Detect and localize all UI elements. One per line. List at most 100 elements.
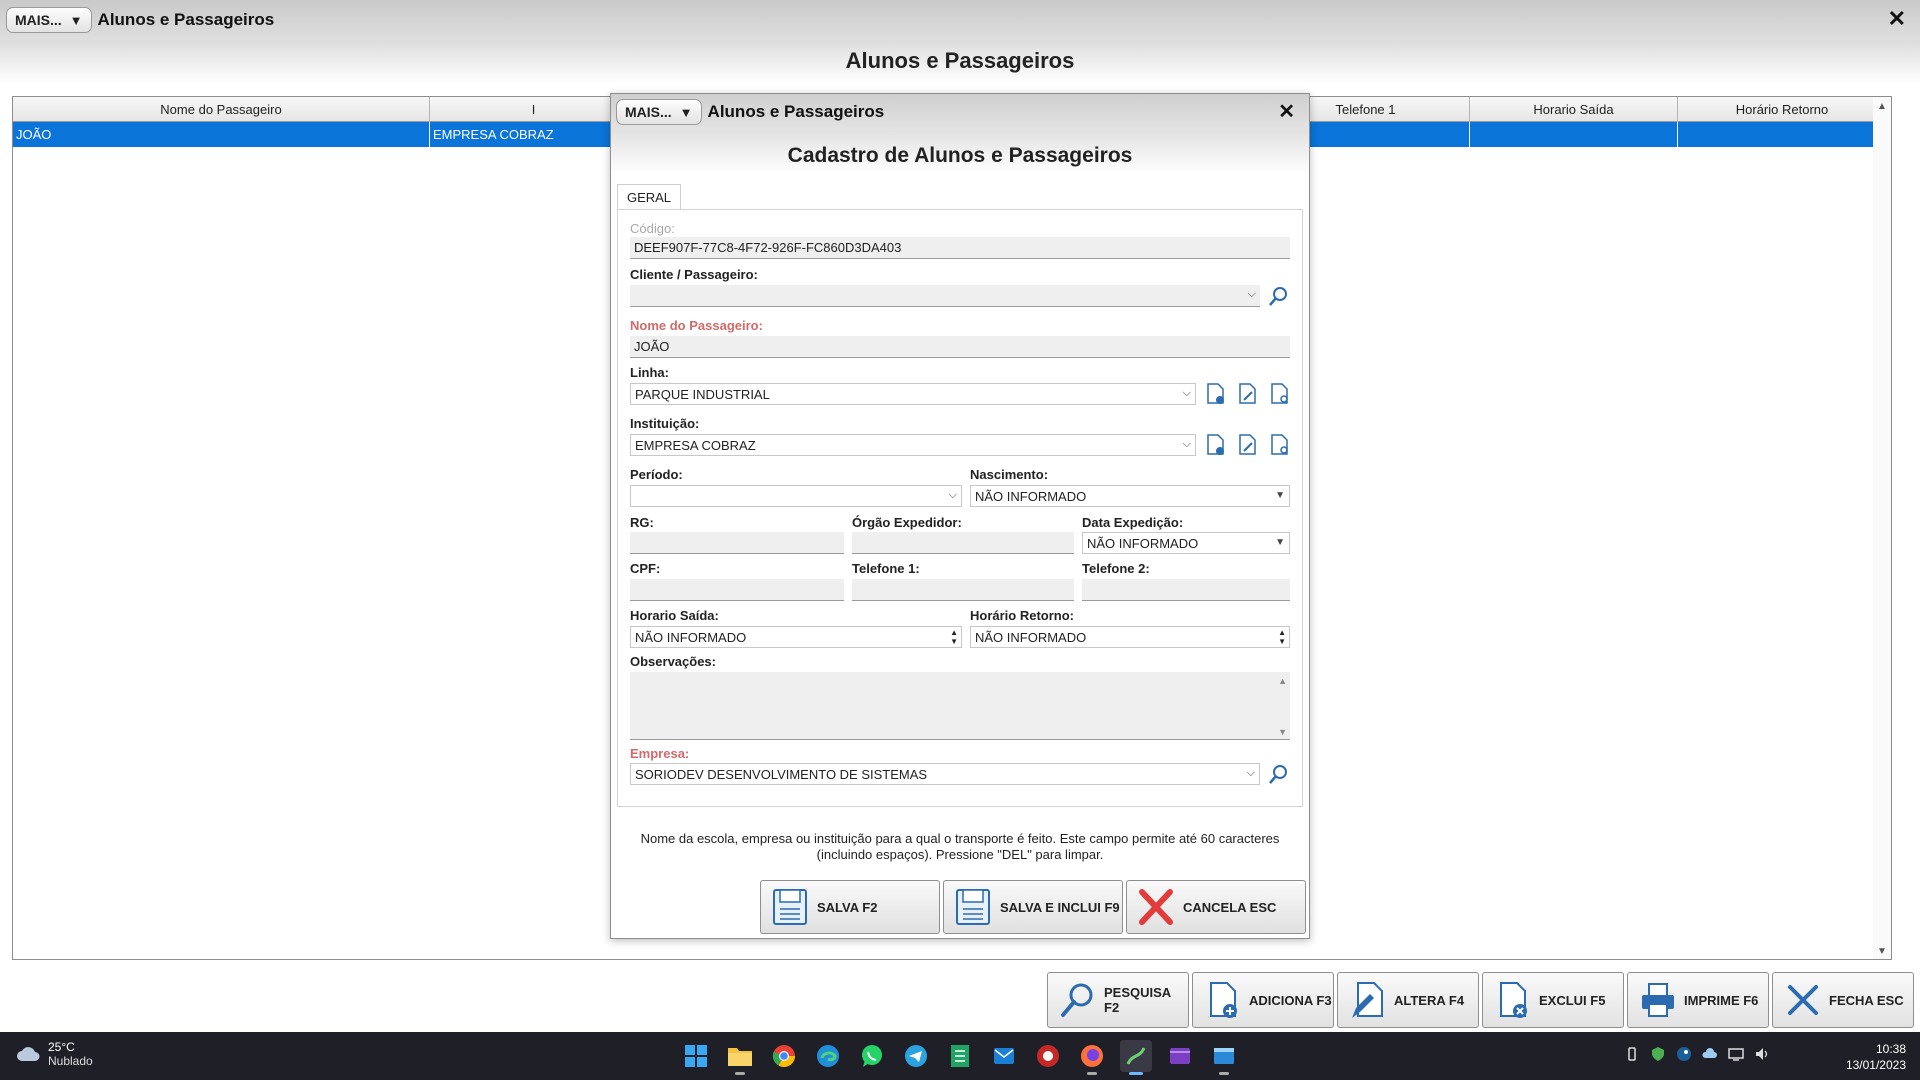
mail-icon[interactable] bbox=[988, 1040, 1020, 1072]
telefone1-label: Telefone 1: bbox=[852, 561, 920, 576]
cliente-label: Cliente / Passageiro: bbox=[630, 267, 758, 282]
active-app-icon[interactable] bbox=[1120, 1040, 1152, 1075]
firefox-icon[interactable] bbox=[1076, 1040, 1108, 1075]
data-expedicao-label: Data Expedição: bbox=[1082, 515, 1184, 530]
altera-label: ALTERA F4 bbox=[1394, 992, 1465, 1008]
grid-scrollbar[interactable]: ▲ ▼ bbox=[1873, 97, 1891, 959]
dialog-close-icon[interactable]: ✕ bbox=[1278, 99, 1295, 124]
main-mais-label: MAIS... bbox=[15, 12, 62, 28]
spinner-arrows-icon[interactable]: ▲ ▼ bbox=[1278, 628, 1286, 646]
scroll-down-icon[interactable]: ▼ bbox=[1278, 727, 1287, 737]
altera-button[interactable]: ALTERA F4 bbox=[1337, 972, 1479, 1028]
orgao-field[interactable] bbox=[852, 532, 1074, 554]
nascimento-picker[interactable]: NÃO INFORMADO ▼ bbox=[970, 485, 1290, 507]
linha-edit-icon[interactable] bbox=[1236, 382, 1260, 406]
video-editor-icon[interactable] bbox=[1164, 1040, 1196, 1072]
column-header-nome[interactable]: Nome do Passageiro bbox=[13, 97, 430, 122]
telegram-icon[interactable] bbox=[900, 1040, 932, 1072]
system-clock[interactable]: 10:38 13/01/2023 bbox=[1846, 1041, 1906, 1073]
periodo-combo[interactable]: ⌵ bbox=[630, 485, 962, 507]
chevron-down-icon[interactable]: ⌵ bbox=[1183, 387, 1191, 400]
bottom-toolbar: PESQUISA F2 ADICIONA F3 ALTERA F4 EXCLUI… bbox=[1047, 972, 1914, 1028]
linha-combo[interactable]: PARQUE INDUSTRIAL ⌵ bbox=[630, 383, 1196, 405]
salva-e-inclui-button[interactable]: SALVA E INCLUI F9 bbox=[943, 880, 1123, 934]
scroll-up-icon[interactable]: ▲ bbox=[1278, 676, 1287, 686]
main-close-icon[interactable]: ✕ bbox=[1888, 6, 1906, 32]
spreadsheet-icon[interactable] bbox=[944, 1040, 976, 1072]
spinner-arrows-icon[interactable]: ▲ ▼ bbox=[950, 628, 958, 646]
close-icon bbox=[1788, 985, 1818, 1015]
whatsapp-icon[interactable] bbox=[856, 1040, 888, 1072]
empresa-value: SORIODEV DESENVOLVIMENTO DE SISTEMAS bbox=[635, 766, 928, 782]
dialog-mais-label: MAIS... bbox=[625, 104, 672, 120]
steam-icon[interactable] bbox=[1676, 1046, 1692, 1062]
taskbar-apps bbox=[680, 1040, 1240, 1075]
usb-icon[interactable] bbox=[1624, 1046, 1640, 1062]
app-red-icon[interactable] bbox=[1032, 1040, 1064, 1072]
chrome-icon[interactable] bbox=[768, 1040, 800, 1072]
speaker-icon[interactable] bbox=[1754, 1046, 1770, 1062]
codigo-field: DEEF907F-77C8-4F72-926F-FC860D3DA403 bbox=[630, 237, 1290, 259]
telefone1-field[interactable] bbox=[852, 579, 1074, 601]
adiciona-label: ADICIONA F3 bbox=[1249, 992, 1332, 1008]
instituicao-search-icon[interactable] bbox=[1268, 433, 1292, 457]
main-mais-button[interactable]: MAIS... ▼ bbox=[6, 7, 92, 33]
empresa-search-icon[interactable] bbox=[1266, 762, 1290, 786]
cpf-label: CPF: bbox=[630, 561, 661, 576]
cpf-field[interactable] bbox=[630, 579, 844, 601]
cadastro-dialog: MAIS... ▼ Alunos e Passageiros ✕ Cadastr… bbox=[610, 93, 1310, 939]
imprime-button[interactable]: IMPRIME F6 bbox=[1627, 972, 1769, 1028]
window-app-icon[interactable] bbox=[1208, 1040, 1240, 1075]
column-header-horario-saida[interactable]: Horario Saída bbox=[1470, 97, 1678, 122]
rg-field[interactable] bbox=[630, 532, 844, 554]
cancela-button[interactable]: CANCELA ESC bbox=[1126, 880, 1306, 934]
linha-search-icon[interactable] bbox=[1268, 382, 1292, 406]
observacoes-textarea[interactable]: ▲ ▼ bbox=[630, 672, 1290, 740]
scroll-up-icon[interactable]: ▲ bbox=[1877, 101, 1887, 112]
cloud-sync-icon[interactable] bbox=[1702, 1046, 1718, 1062]
nome-field[interactable]: JOÃO bbox=[630, 336, 1290, 358]
shield-icon[interactable] bbox=[1650, 1046, 1666, 1062]
scroll-down-icon[interactable]: ▼ bbox=[1877, 946, 1887, 957]
horario-saida-value: NÃO INFORMADO bbox=[635, 629, 747, 645]
linha-add-icon[interactable] bbox=[1204, 382, 1228, 406]
file-explorer-icon[interactable] bbox=[724, 1040, 756, 1075]
cliente-combo[interactable]: ⌵ bbox=[630, 285, 1260, 307]
chevron-down-icon[interactable]: ⌵ bbox=[949, 489, 957, 502]
chevron-down-icon[interactable]: ⌵ bbox=[1183, 438, 1191, 451]
chevron-down-icon[interactable]: ⌵ bbox=[1247, 767, 1255, 780]
empresa-label: Empresa: bbox=[630, 746, 690, 761]
fecha-button[interactable]: FECHA ESC bbox=[1772, 972, 1914, 1028]
instituicao-add-icon[interactable] bbox=[1204, 433, 1228, 457]
empresa-combo[interactable]: SORIODEV DESENVOLVIMENTO DE SISTEMAS ⌵ bbox=[630, 763, 1260, 785]
data-expedicao-picker[interactable]: NÃO INFORMADO ▼ bbox=[1082, 532, 1290, 554]
cancela-label: CANCELA ESC bbox=[1183, 899, 1277, 915]
dropdown-triangle-icon: ▼ bbox=[69, 12, 83, 28]
dropdown-triangle-icon[interactable]: ▼ bbox=[1275, 537, 1285, 548]
edit-document-icon bbox=[1352, 982, 1383, 1018]
exclui-button[interactable]: EXCLUI F5 bbox=[1482, 972, 1624, 1028]
dialog-mais-button[interactable]: MAIS... ▼ bbox=[616, 99, 702, 125]
instituicao-edit-icon[interactable] bbox=[1236, 433, 1260, 457]
adiciona-button[interactable]: ADICIONA F3 bbox=[1192, 972, 1334, 1028]
instituicao-combo[interactable]: EMPRESA COBRAZ ⌵ bbox=[630, 434, 1196, 456]
cliente-search-icon[interactable] bbox=[1266, 284, 1290, 308]
tab-geral[interactable]: GERAL bbox=[617, 184, 681, 210]
cloud-icon bbox=[17, 1047, 40, 1061]
chevron-down-icon[interactable]: ⌵ bbox=[1248, 288, 1256, 301]
edge-icon[interactable] bbox=[812, 1040, 844, 1072]
nascimento-value: NÃO INFORMADO bbox=[975, 488, 1087, 504]
pesquisa-button[interactable]: PESQUISA F2 bbox=[1047, 972, 1189, 1028]
column-header-horario-retorno[interactable]: Horário Retorno bbox=[1678, 97, 1887, 122]
weather-widget[interactable]: 25°C Nublado bbox=[16, 1040, 93, 1068]
table-cell-instituicao: EMPRESA COBRAZ bbox=[430, 122, 638, 147]
horario-retorno-spinner[interactable]: NÃO INFORMADO ▲ ▼ bbox=[970, 626, 1290, 648]
horario-saida-spinner[interactable]: NÃO INFORMADO ▲ ▼ bbox=[630, 626, 962, 648]
display-icon[interactable] bbox=[1728, 1046, 1744, 1062]
column-header-instituicao[interactable]: I bbox=[430, 97, 638, 122]
start-menu-icon[interactable] bbox=[680, 1040, 712, 1072]
salva-button[interactable]: SALVA F2 bbox=[760, 880, 940, 934]
salva-e-inclui-label: SALVA E INCLUI F9 bbox=[1000, 899, 1120, 915]
dropdown-triangle-icon[interactable]: ▼ bbox=[1275, 490, 1285, 501]
telefone2-field[interactable] bbox=[1082, 579, 1290, 601]
